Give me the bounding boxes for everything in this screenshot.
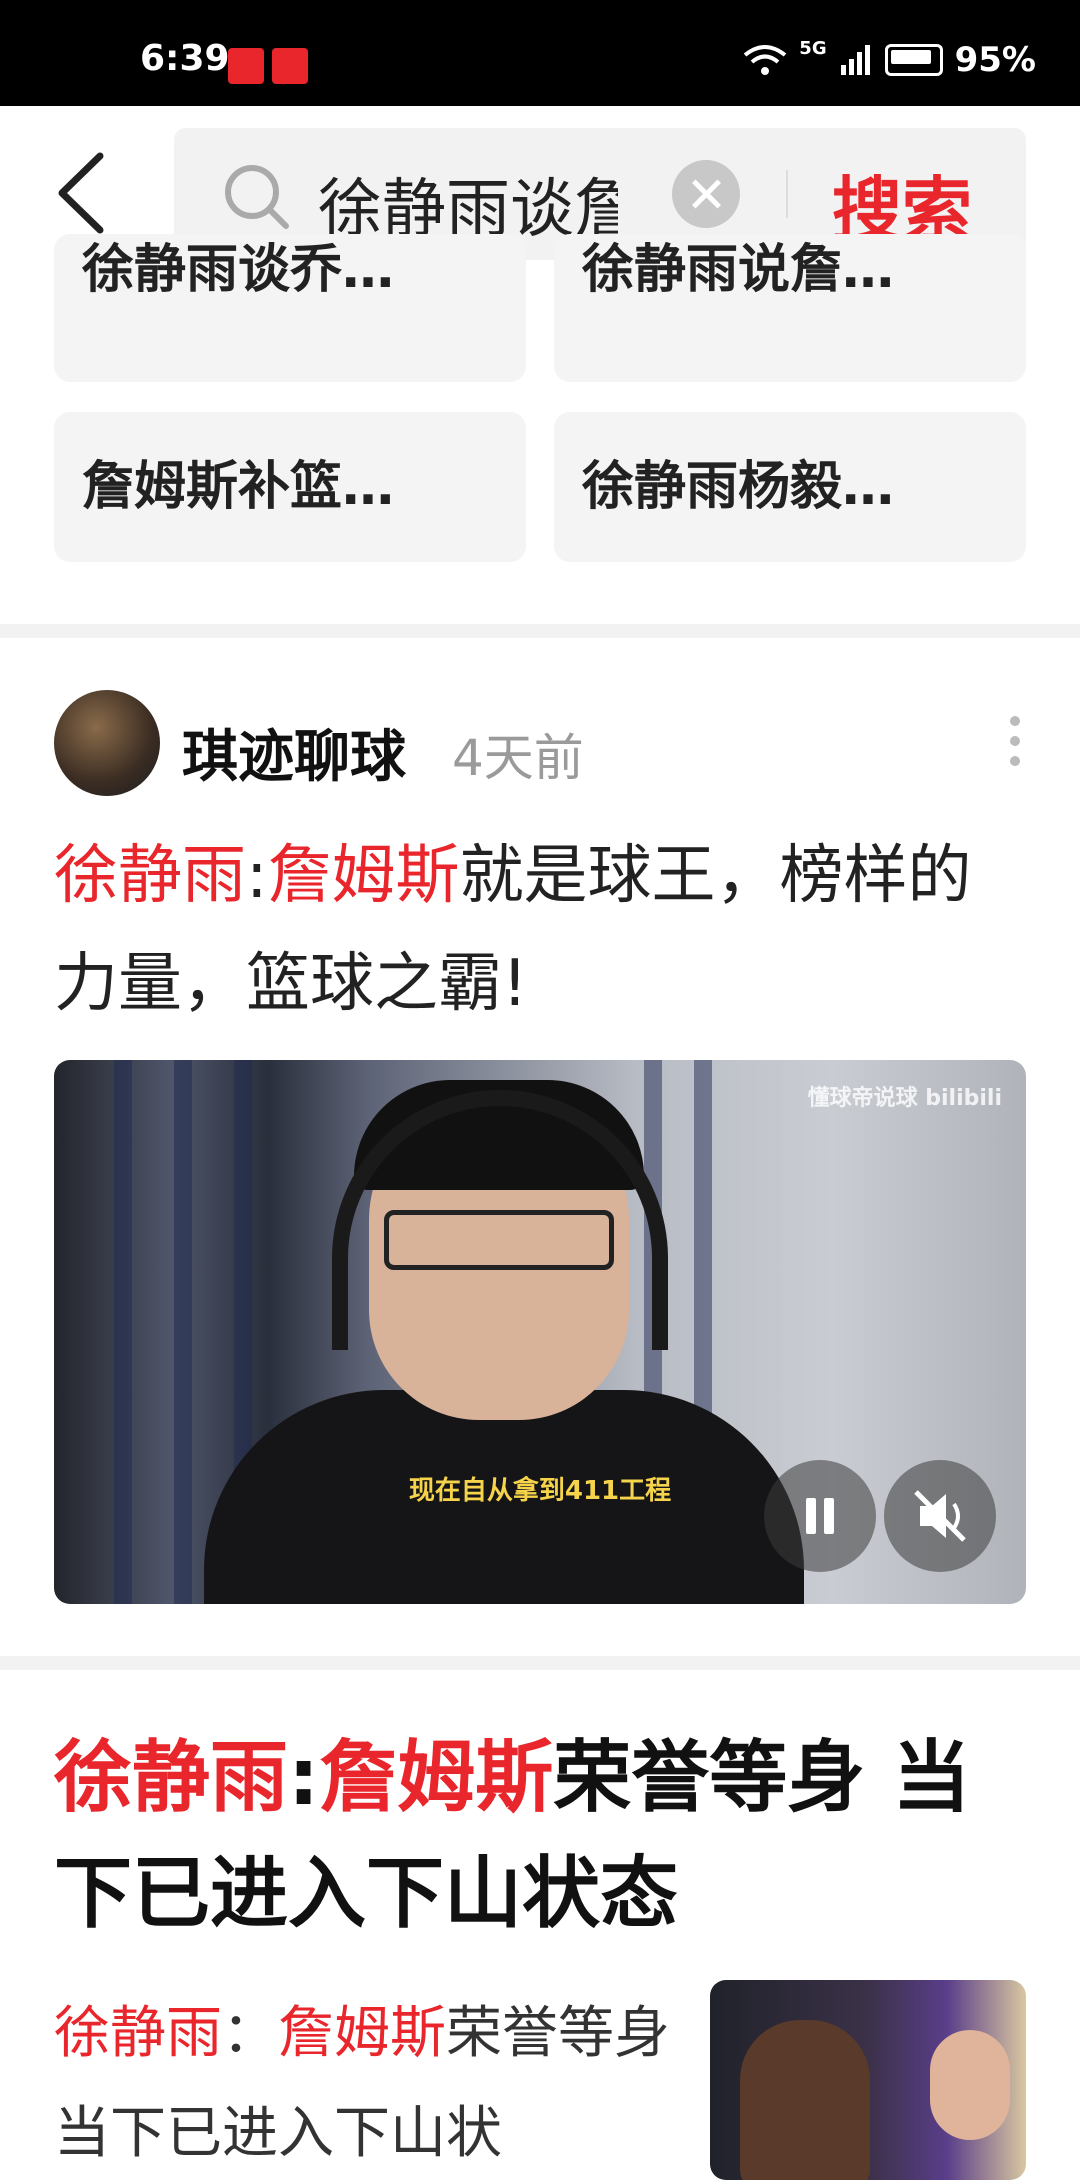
post-title[interactable]: 徐静雨:詹姆斯就是球王，榜样的力量，篮球之霸! [54,822,1034,1038]
keyword-highlight: 徐静雨 [54,2001,222,2066]
signal-icon [840,45,870,75]
keyword-highlight: 詹姆斯 [267,839,460,913]
status-bar: 6:39 5G 95% [0,0,1080,106]
notification-icon [228,48,264,84]
mute-icon[interactable] [884,1460,996,1572]
wifi-icon [744,45,787,75]
suggestion-chip[interactable]: 徐静雨杨毅… [554,412,1026,562]
author-avatar[interactable] [54,690,160,796]
video-watermark: 懂球帝说球 bilibili [807,1086,1002,1111]
status-indicators: 5G 95% [743,37,1036,80]
suggestion-chip[interactable]: 詹姆斯补篮… [54,412,526,562]
back-arrow-icon[interactable] [48,148,118,238]
video-player[interactable]: 懂球帝说球 bilibili 现在自从拿到411工程 [54,1060,1026,1604]
battery-percent: 95% [954,40,1036,80]
clear-icon[interactable] [672,160,740,228]
battery-icon [884,44,943,76]
divider [786,170,788,218]
post-title[interactable]: 徐静雨:詹姆斯荣誉等身 当下已进入下山状态 [54,1720,1034,1952]
section-divider [0,1656,1080,1670]
post-time: 4天前 [452,729,584,787]
post-snippet[interactable]: 徐静雨：詹姆斯荣誉等身 当下已进入下山状 [54,1984,674,2184]
keyword-highlight: 徐静雨 [54,839,246,913]
title-separator: : [246,839,268,913]
search-icon [225,165,289,229]
notification-icon [272,48,308,84]
keyword-highlight: 徐静雨 [54,1733,289,1823]
suggestion-chip[interactable]: 徐静雨谈乔… [54,234,526,382]
author-name[interactable]: 琪迹聊球 [182,712,406,793]
network-type: 5G [799,37,827,59]
status-time: 6:39 [140,38,230,79]
title-separator: : [288,1733,320,1823]
post-thumbnail[interactable] [710,1980,1026,2180]
suggestion-chip[interactable]: 徐静雨说詹… [554,234,1026,382]
snippet-separator: ： [222,2001,278,2066]
keyword-highlight: 詹姆斯 [319,1733,554,1823]
more-options-icon[interactable] [1010,716,1022,776]
keyword-highlight: 詹姆斯 [278,2001,446,2066]
pause-icon[interactable] [764,1460,876,1572]
section-divider [0,624,1080,638]
video-subtitle: 现在自从拿到411工程 [408,1476,672,1506]
